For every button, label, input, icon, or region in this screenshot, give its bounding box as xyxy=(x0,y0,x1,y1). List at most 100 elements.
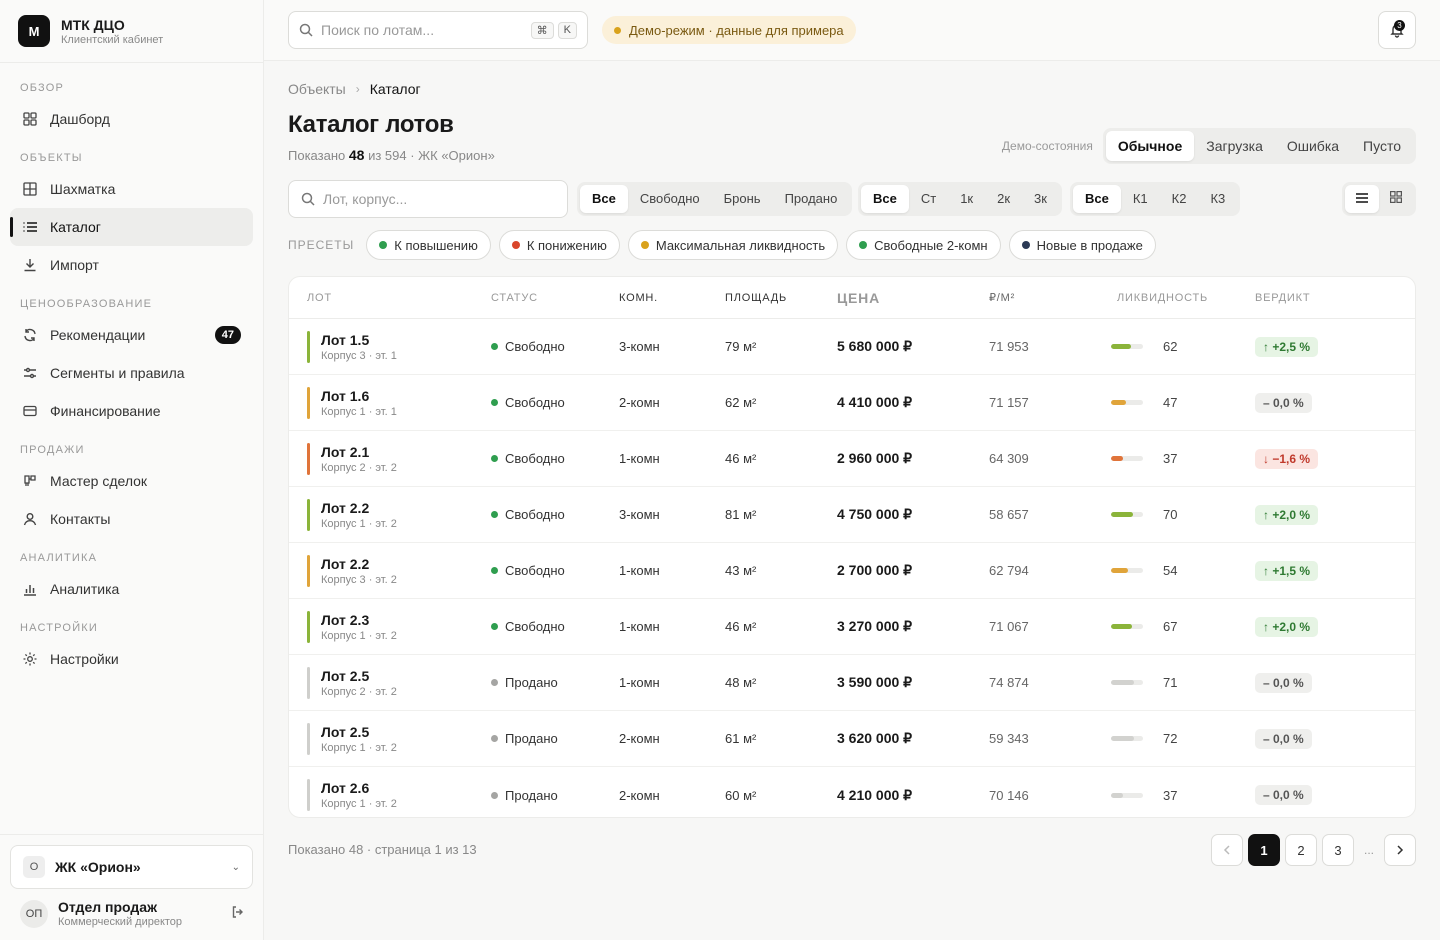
area-cell: 43 м² xyxy=(725,563,757,578)
preset-chip[interactable]: К повышению xyxy=(366,230,491,260)
demo-state-option[interactable]: Обычное xyxy=(1105,131,1195,161)
table-row[interactable]: Лот 1.6 Корпус 1 · эт. 1 Свободно 2-комн 62 … xyxy=(289,375,1415,431)
column-header[interactable]: ЛИКВИДНОСТЬ xyxy=(1117,292,1255,304)
rooms-filter-option[interactable]: Ст xyxy=(909,185,948,213)
status-label: Продано xyxy=(505,675,558,690)
sidebar-item-download[interactable]: Импорт xyxy=(10,246,253,284)
global-search-input[interactable]: Поиск по лотам... ⌘ K xyxy=(288,11,588,49)
sidebar-item-chess-grid[interactable]: Шахматка xyxy=(10,170,253,208)
project-selector[interactable]: О ЖК «Орион» ⌄ xyxy=(10,845,253,889)
keyboard-shortcut: ⌘ K xyxy=(530,21,577,39)
demo-state-option[interactable]: Загрузка xyxy=(1194,131,1275,161)
page-button[interactable]: 3 xyxy=(1322,834,1354,866)
verdict-cell: ↑ +2,5 % xyxy=(1255,336,1405,357)
table-row[interactable]: Лот 2.3 Корпус 1 · эт. 2 Свободно 1-комн 46 … xyxy=(289,599,1415,655)
prev-page-button[interactable] xyxy=(1211,834,1243,866)
liquidity-track xyxy=(1111,680,1143,685)
area-cell: 60 м² xyxy=(725,787,757,803)
verdict-cell: – 0,0 % xyxy=(1255,728,1405,749)
page-button[interactable]: 1 xyxy=(1248,834,1280,866)
user-name: Отдел продаж xyxy=(58,899,157,915)
preset-chip[interactable]: Свободные 2-комн xyxy=(846,230,1001,260)
sidebar-item-refresh[interactable]: Рекомендации 47 xyxy=(10,316,253,354)
sidebar-item-sliders[interactable]: Сегменты и правила xyxy=(10,354,253,392)
next-page-button[interactable] xyxy=(1384,834,1416,866)
building-filter-option[interactable]: К1 xyxy=(1121,185,1160,213)
sidebar-item-label: Дашборд xyxy=(50,111,110,127)
user-icon xyxy=(22,511,38,527)
building-filter-option[interactable]: К3 xyxy=(1198,185,1237,213)
sidebar-item-grid[interactable]: Дашборд xyxy=(10,100,253,138)
status-filter-option[interactable]: Бронь xyxy=(712,185,773,213)
nav-section-title: НАСТРОЙКИ xyxy=(20,622,99,634)
column-header[interactable]: ЛОТ xyxy=(289,292,491,304)
liquidity-value: 37 xyxy=(1163,451,1178,466)
column-header[interactable]: ЦЕНА xyxy=(837,290,989,306)
column-header[interactable]: ВЕРДИКТ xyxy=(1255,292,1405,304)
sidebar-item-handshake[interactable]: Мастер сделок xyxy=(10,462,253,500)
price-per-m2-cell: 58 657 xyxy=(989,507,1029,522)
main-content: Объекты › Каталог Каталог лотов Показано… xyxy=(288,61,1416,866)
sidebar-item-card[interactable]: Финансирование xyxy=(10,392,253,430)
price-cell: 3 270 000 ₽ xyxy=(837,618,913,634)
list-icon xyxy=(22,219,38,235)
status-dot xyxy=(491,511,498,518)
liquidity-meter: 70 xyxy=(1111,507,1255,522)
sidebar-item-label: Финансирование xyxy=(50,403,161,419)
column-header[interactable]: КОМН. xyxy=(619,292,725,304)
liquidity-track xyxy=(1111,624,1143,629)
column-header[interactable]: ₽/М² xyxy=(989,291,1117,304)
sidebar-footer: О ЖК «Орион» ⌄ ОП Отдел продаж Коммерчес… xyxy=(0,834,263,940)
table-row[interactable]: Лот 2.1 Корпус 2 · эт. 2 Свободно 1-комн 46 … xyxy=(289,431,1415,487)
notifications-button[interactable]: 3 xyxy=(1378,11,1416,49)
logout-icon[interactable] xyxy=(231,905,245,922)
sidebar-item-label: Шахматка xyxy=(50,181,116,197)
notifications-count: 3 xyxy=(1394,20,1405,31)
liquidity-track xyxy=(1111,736,1143,741)
column-header[interactable]: СТАТУС xyxy=(491,292,619,304)
sidebar-item-user[interactable]: Контакты xyxy=(10,500,253,538)
grid-view-button[interactable] xyxy=(1379,185,1413,213)
table-row[interactable]: Лот 2.2 Корпус 3 · эт. 2 Свободно 1-комн 43 … xyxy=(289,543,1415,599)
rooms-filter-option[interactable]: 3к xyxy=(1022,185,1059,213)
status-filter-option[interactable]: Все xyxy=(580,185,628,213)
preset-chip[interactable]: Новые в продаже xyxy=(1008,230,1156,260)
table-row[interactable]: Лот 2.5 Корпус 2 · эт. 2 Продано 1-комн 48 м… xyxy=(289,655,1415,711)
rooms-filter-option[interactable]: 2к xyxy=(985,185,1022,213)
rooms-filter-option[interactable]: 1к xyxy=(948,185,985,213)
table-row[interactable]: Лот 2.2 Корпус 1 · эт. 2 Свободно 3-комн 81 … xyxy=(289,487,1415,543)
status-filter-option[interactable]: Продано xyxy=(773,185,850,213)
sidebar-item-list[interactable]: Каталог xyxy=(10,208,253,246)
kbd-k: K xyxy=(557,21,577,39)
list-view-button[interactable] xyxy=(1345,185,1379,213)
lot-indicator xyxy=(307,779,310,811)
verdict-cell: ↑ +1,5 % xyxy=(1255,560,1405,581)
rooms-filter-option[interactable]: Все xyxy=(861,185,909,213)
liquidity-meter: 67 xyxy=(1111,619,1255,634)
table-row[interactable]: Лот 2.5 Корпус 1 · эт. 2 Продано 2-комн 61 м… xyxy=(289,711,1415,767)
building-filter-option[interactable]: К2 xyxy=(1160,185,1199,213)
liquidity-value: 67 xyxy=(1163,619,1178,634)
breadcrumb-parent[interactable]: Объекты xyxy=(288,81,346,97)
status-filter-option[interactable]: Свободно xyxy=(628,185,712,213)
filters-bar: Лот, корпус... Все Свободно Бронь Продано В… xyxy=(288,180,1416,218)
building-filter-option[interactable]: Все xyxy=(1073,185,1121,213)
column-header[interactable]: ПЛОЩАДЬ xyxy=(725,292,837,304)
status-label: Свободно xyxy=(505,339,565,354)
sidebar-item-sun-gear[interactable]: Настройки xyxy=(10,640,253,678)
demo-state-option[interactable]: Ошибка xyxy=(1275,131,1351,161)
status-cell: Продано xyxy=(491,788,619,803)
lot-cell: Лот 1.5 Корпус 3 · эт. 1 xyxy=(289,330,491,363)
breadcrumb-current: Каталог xyxy=(369,81,421,97)
preset-chip[interactable]: К понижению xyxy=(498,230,620,260)
demo-state-option[interactable]: Пусто xyxy=(1351,131,1413,161)
table-row[interactable]: Лот 1.5 Корпус 3 · эт. 1 Свободно 3-комн 79 … xyxy=(289,319,1415,375)
table-row[interactable]: Лот 2.6 Корпус 1 · эт. 2 Продано 2-комн 60 м… xyxy=(289,767,1415,817)
sidebar-item-bar-chart[interactable]: Аналитика xyxy=(10,570,253,608)
lot-search-input[interactable]: Лот, корпус... xyxy=(288,180,568,218)
liquidity-cell: 72 xyxy=(1111,731,1255,746)
page-button[interactable]: 2 xyxy=(1285,834,1317,866)
preset-chip[interactable]: Максимальная ликвидность xyxy=(627,230,839,260)
preset-dot xyxy=(859,241,868,249)
liquidity-track xyxy=(1111,792,1143,798)
